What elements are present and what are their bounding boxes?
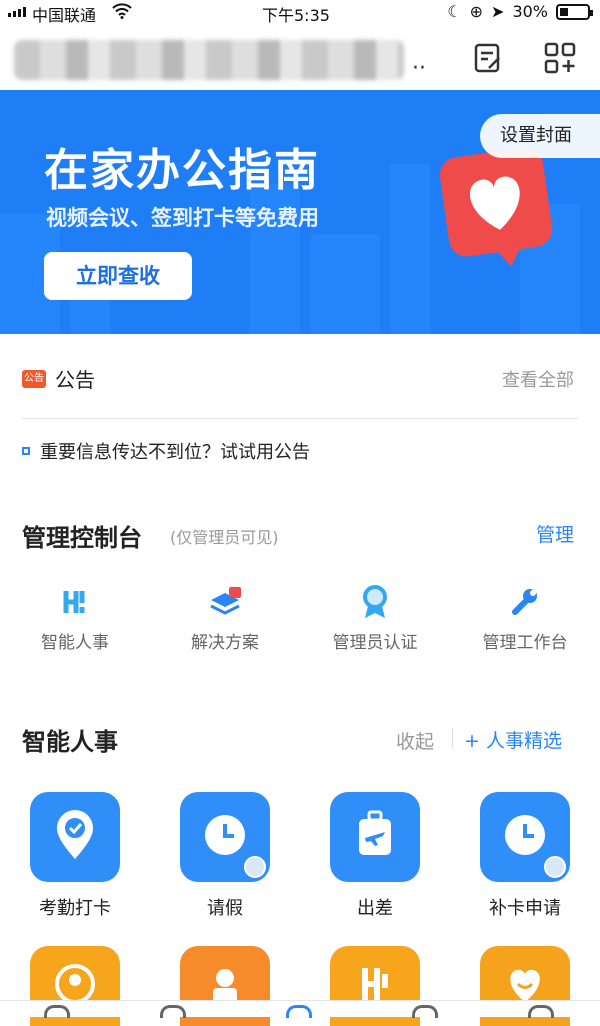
notice-title: 公告	[55, 368, 95, 392]
todo-edit-icon[interactable]	[470, 40, 506, 76]
app-label: 补卡申请	[489, 898, 561, 919]
signal-icon	[8, 7, 26, 17]
clock-icon	[203, 813, 247, 861]
app-label: 考勤打卡	[39, 898, 111, 919]
admin-item-label: 管理工作台	[482, 633, 568, 653]
app-missed-punch-request[interactable]: 补卡申请	[450, 792, 600, 920]
orientation-lock-icon: ⊕	[469, 2, 484, 21]
add-app-grid-icon[interactable]	[542, 40, 578, 76]
notice-section[interactable]: 公告 公告 查看全部	[0, 346, 600, 416]
battery-icon	[556, 3, 593, 20]
top-bar: ··	[0, 26, 600, 90]
app-business-trip[interactable]: 出差	[300, 792, 450, 920]
battery-percent: 30%	[512, 2, 548, 21]
hr-icon	[55, 582, 95, 622]
wrench-icon	[505, 582, 545, 622]
clock-time: 下午5:35	[262, 6, 330, 25]
admin-console-note: (仅管理员可见)	[170, 528, 279, 547]
admin-item-label: 管理员认证	[332, 633, 418, 653]
divider	[22, 418, 578, 419]
manage-link[interactable]: 管理	[536, 520, 574, 547]
app-tile[interactable]	[480, 792, 570, 882]
admin-item-admin-workbench[interactable]: 管理工作台	[450, 582, 600, 653]
divider	[452, 728, 453, 748]
admin-item-admin-certification[interactable]: 管理员认证	[300, 582, 450, 653]
app-tile[interactable]	[330, 792, 420, 882]
status-bar: 中国联通 下午5:35 ☾ ⊕ ➤ 30%	[0, 0, 600, 26]
profile-tab-icon[interactable]	[528, 1005, 554, 1018]
workbench-tab-icon[interactable]	[286, 1005, 312, 1018]
heart-icon	[437, 145, 555, 259]
carrier-name: 中国联通	[32, 6, 97, 25]
solutions-icon	[205, 582, 245, 622]
notice-tip-text: 重要信息传达不到位？试试用公告	[40, 442, 310, 463]
contacts-tab-icon[interactable]	[412, 1005, 438, 1018]
smart-hr-title: 智能人事	[22, 728, 118, 756]
wifi-icon	[112, 3, 132, 23]
app-tile[interactable]	[180, 792, 270, 882]
moon-icon: ☾	[447, 2, 462, 21]
collapse-link[interactable]: 收起	[396, 727, 434, 754]
location-arrow-icon: ➤	[491, 2, 505, 21]
work-tab-icon[interactable]	[160, 1005, 186, 1018]
promo-banner[interactable]: 在家办公指南 视频会议、签到打卡等免费用 立即查收 设置封面	[0, 90, 600, 334]
banner-title: 在家办公指南	[44, 145, 320, 196]
admin-item-label: 解决方案	[191, 633, 259, 653]
banner-subtitle: 视频会议、签到打卡等免费用	[46, 206, 319, 230]
admin-item-smart-hr[interactable]: 智能人事	[0, 582, 150, 653]
luggage-plane-icon	[355, 810, 395, 864]
admin-item-solutions[interactable]: 解决方案	[150, 582, 300, 653]
clock-icon	[503, 813, 547, 861]
admin-item-label: 智能人事	[41, 633, 109, 653]
location-check-icon	[53, 809, 97, 865]
admin-console-title: 管理控制台	[22, 524, 142, 552]
notice-badge: 公告	[22, 370, 46, 388]
notice-tip[interactable]: 重要信息传达不到位？试试用公告	[22, 438, 310, 464]
bullet-square-icon	[22, 447, 30, 455]
app-tile[interactable]	[30, 792, 120, 882]
message-tab-icon[interactable]	[44, 1005, 70, 1018]
admin-console-grid: 智能人事 解决方案 管理员认证 管理工作台	[0, 582, 600, 653]
view-all-link[interactable]: 查看全部	[502, 366, 574, 392]
app-label: 出差	[357, 898, 393, 919]
app-label: 请假	[207, 898, 243, 919]
user-badge-icon	[244, 856, 266, 878]
bottom-tab-bar	[0, 1000, 600, 1018]
app-attendance[interactable]: 考勤打卡	[0, 792, 150, 920]
smart-hr-apps: 考勤打卡 请假 出差 补卡申请	[0, 792, 600, 920]
user-badge-icon	[544, 856, 566, 878]
more-icon[interactable]: ··	[412, 56, 426, 81]
app-leave[interactable]: 请假	[150, 792, 300, 920]
check-now-button[interactable]: 立即查收	[44, 252, 192, 300]
hr-selection-link[interactable]: + 人事精选	[464, 726, 562, 753]
certificate-icon	[355, 582, 395, 622]
set-cover-button[interactable]: 设置封面	[480, 114, 600, 158]
organization-name-blurred[interactable]	[14, 40, 404, 80]
